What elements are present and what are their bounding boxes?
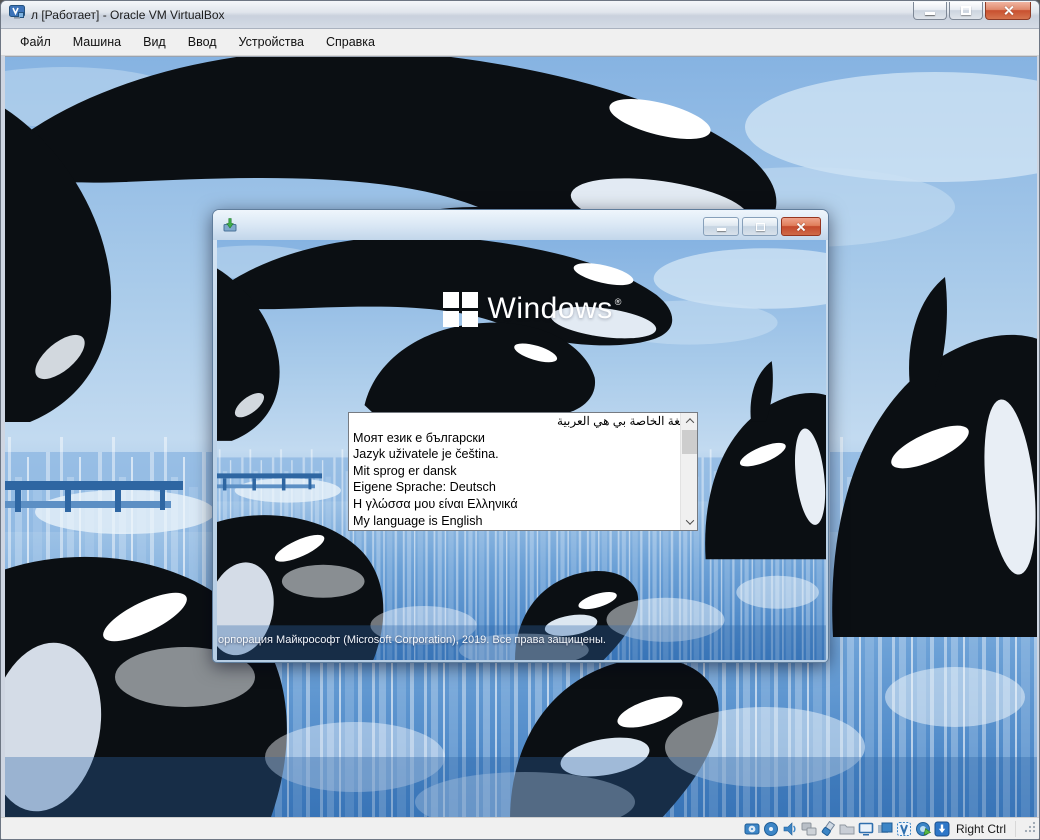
minimize-icon bbox=[925, 12, 935, 15]
recording-icon[interactable] bbox=[877, 821, 893, 837]
registered-trademark: ® bbox=[614, 297, 622, 308]
windows-setup-window: Windows ® اللغة الخاصة بي هي العربية Моя… bbox=[212, 209, 829, 663]
status-bar: Right Ctrl bbox=[1, 817, 1039, 839]
maximize-icon bbox=[755, 222, 765, 231]
windows-wordmark: Windows bbox=[487, 292, 613, 326]
window-title: л [Работает] - Oracle VM VirtualBox bbox=[31, 7, 225, 22]
windows-logo: Windows ® bbox=[443, 292, 621, 327]
hard-disks-icon[interactable] bbox=[744, 821, 760, 837]
menu-input[interactable]: Ввод bbox=[177, 30, 228, 54]
listbox-scrollbar[interactable] bbox=[680, 413, 697, 530]
host-key-label: Right Ctrl bbox=[955, 821, 1006, 836]
close-icon bbox=[1003, 5, 1014, 16]
title-bar[interactable]: л [Работает] - Oracle VM VirtualBox bbox=[1, 1, 1039, 29]
language-option-bulgarian[interactable]: Моят език е български bbox=[349, 430, 697, 447]
vm-display[interactable]: Windows ® اللغة الخاصة بي هي العربية Моя… bbox=[5, 56, 1037, 819]
chevron-up-icon bbox=[685, 418, 694, 427]
windows-flag-icon bbox=[443, 292, 478, 327]
close-icon bbox=[796, 222, 806, 232]
virtualbox-window: л [Работает] - Oracle VM VirtualBox Файл… bbox=[0, 0, 1040, 840]
maximize-icon bbox=[961, 6, 971, 15]
menu-file[interactable]: Файл bbox=[9, 30, 62, 54]
scrollbar-thumb[interactable] bbox=[682, 430, 697, 454]
minimize-icon bbox=[716, 227, 726, 231]
setup-maximize-button[interactable] bbox=[742, 217, 778, 236]
setup-close-button[interactable] bbox=[781, 217, 821, 236]
setup-minimize-button[interactable] bbox=[703, 217, 739, 236]
setup-client-area: Windows ® اللغة الخاصة بي هي العربية Моя… bbox=[217, 240, 826, 660]
minimize-button[interactable] bbox=[913, 2, 947, 20]
maximize-button[interactable] bbox=[949, 2, 983, 20]
audio-icon[interactable] bbox=[782, 821, 798, 837]
setup-installer-icon bbox=[222, 217, 238, 238]
language-option-czech[interactable]: Jazyk uživatele je čeština. bbox=[349, 446, 697, 463]
menu-bar: Файл Машина Вид Ввод Устройства Справка bbox=[1, 29, 1039, 56]
vm-features-icon[interactable] bbox=[896, 821, 912, 837]
scroll-up-button[interactable] bbox=[681, 413, 697, 429]
window-controls bbox=[913, 2, 1031, 20]
statusbar-separator bbox=[1015, 820, 1016, 837]
shared-folders-icon[interactable] bbox=[839, 821, 855, 837]
language-option-arabic[interactable]: اللغة الخاصة بي هي العربية bbox=[349, 413, 697, 430]
language-option-danish[interactable]: Mit sprog er dansk bbox=[349, 463, 697, 480]
mouse-integration-icon[interactable] bbox=[915, 821, 931, 837]
usb-icon[interactable] bbox=[820, 820, 836, 837]
virtualbox-vm-icon bbox=[9, 4, 25, 25]
language-option-english[interactable]: My language is English bbox=[349, 513, 697, 530]
menu-view[interactable]: Вид bbox=[132, 30, 177, 54]
scroll-down-button[interactable] bbox=[681, 514, 697, 530]
menu-machine[interactable]: Машина bbox=[62, 30, 132, 54]
menu-help[interactable]: Справка bbox=[315, 30, 386, 54]
keyboard-icon[interactable] bbox=[934, 821, 950, 837]
resize-grip[interactable] bbox=[1023, 820, 1036, 838]
copyright-text: орпорация Майкрософт (Microsoft Corporat… bbox=[218, 634, 606, 646]
language-option-german[interactable]: Eigene Sprache: Deutsch bbox=[349, 479, 697, 496]
chevron-down-icon bbox=[685, 516, 694, 525]
optical-drives-icon[interactable] bbox=[763, 821, 779, 837]
menu-devices[interactable]: Устройства bbox=[228, 30, 315, 54]
language-option-greek[interactable]: Η γλώσσα μου είναι Ελληνικά bbox=[349, 496, 697, 513]
close-button[interactable] bbox=[985, 2, 1031, 20]
setup-title-bar[interactable] bbox=[213, 210, 828, 240]
network-icon[interactable] bbox=[801, 821, 817, 837]
setup-window-controls bbox=[703, 217, 821, 236]
display-icon[interactable] bbox=[858, 821, 874, 837]
language-listbox[interactable]: اللغة الخاصة بي هي العربية Моят език е б… bbox=[348, 412, 698, 531]
